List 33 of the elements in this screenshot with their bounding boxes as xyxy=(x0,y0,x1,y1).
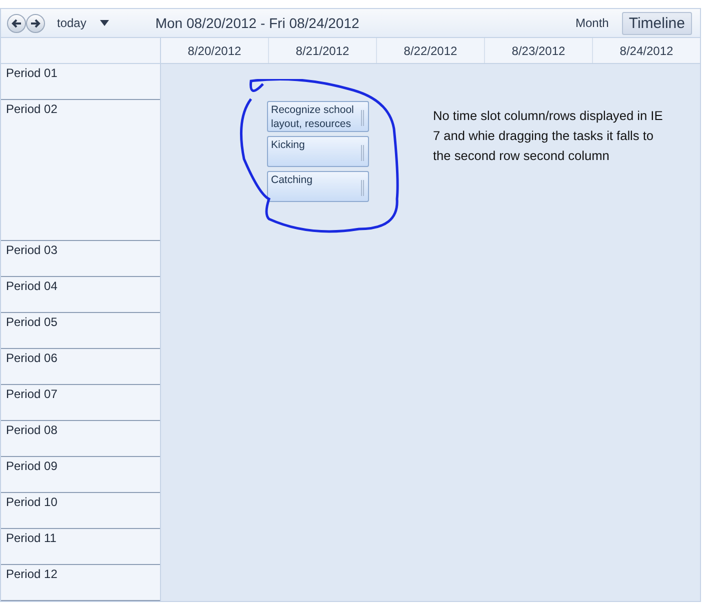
arrow-right-icon xyxy=(30,18,41,28)
column-header: 8/24/2012 xyxy=(618,42,674,60)
period-label: Period 09 xyxy=(1,457,160,493)
task-card[interactable]: Recognize school layout, resources xyxy=(267,101,369,132)
forward-button[interactable] xyxy=(26,14,45,32)
period-label: Period 04 xyxy=(1,277,160,313)
annotation-text: No time slot column/rows displayed in IE 7 and whie dragging the tasks it falls to the second row second column xyxy=(433,107,663,165)
view-tab[interactable]: Month xyxy=(568,13,616,33)
arrow-left-icon xyxy=(11,18,22,28)
period-label: Period 11 xyxy=(1,529,160,565)
period-label: Period 10 xyxy=(1,493,160,529)
period-label: Period 05 xyxy=(1,313,160,349)
period-label: Period 08 xyxy=(1,421,160,457)
caret-icon[interactable] xyxy=(100,20,110,26)
today-button[interactable]: today xyxy=(57,16,86,30)
column-header: 8/23/2012 xyxy=(485,38,593,63)
period-label: Period 12 xyxy=(1,565,160,601)
period-label: Period 03 xyxy=(1,241,160,277)
task-card[interactable]: Catching xyxy=(267,171,369,202)
task-card[interactable]: Kicking xyxy=(267,136,369,167)
grip-icon xyxy=(361,180,364,196)
period-label: Period 07 xyxy=(1,385,160,421)
period-label: Period 01 xyxy=(1,64,160,100)
date-range: Mon 08/20/2012 - Fri 08/24/2012 xyxy=(155,15,360,31)
back-button[interactable] xyxy=(7,14,26,32)
grip-icon xyxy=(361,110,364,126)
grip-icon xyxy=(361,145,364,161)
period-label: Period 06 xyxy=(1,349,160,385)
column-header: 8/20/2012 xyxy=(161,38,269,63)
column-header: 8/21/2012 xyxy=(269,38,377,63)
column-header: 8/22/2012 xyxy=(377,38,485,63)
view-tab[interactable]: Timeline xyxy=(622,12,692,34)
period-label: Period 02 xyxy=(1,100,160,241)
